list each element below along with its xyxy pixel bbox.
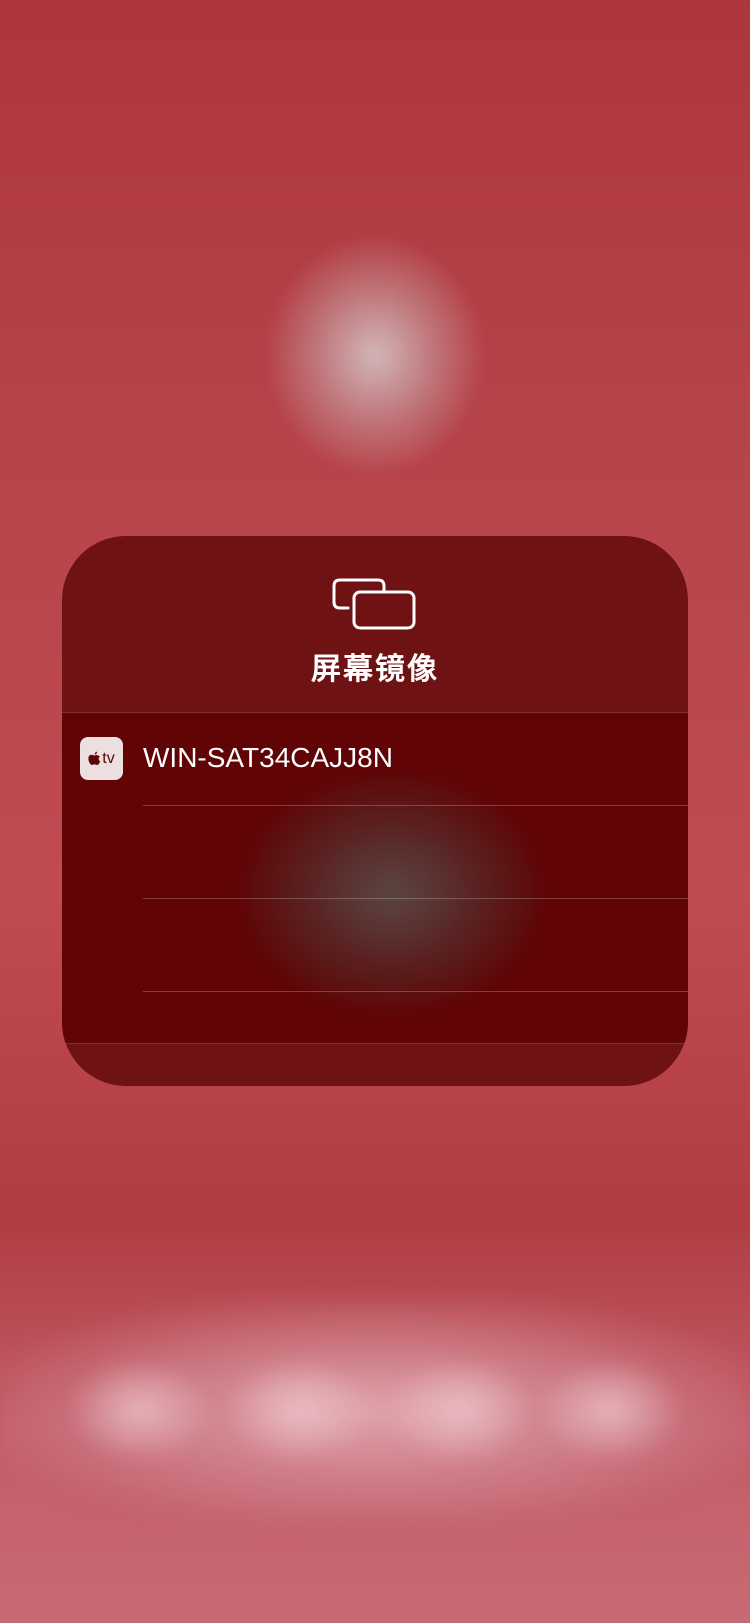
panel-header: 屏幕镜像	[62, 536, 688, 712]
apple-tv-icon: tv	[80, 737, 123, 780]
blurred-dock-app	[70, 1360, 210, 1460]
device-row-empty	[62, 806, 688, 899]
apple-logo-icon	[88, 751, 101, 765]
blurred-dock-app	[540, 1360, 680, 1460]
background-glow	[270, 240, 480, 470]
blurred-dock-app	[390, 1360, 530, 1460]
device-row-win-sat34cajj8n[interactable]: tv WIN-SAT34CAJJ8N	[62, 713, 688, 806]
device-list: tv WIN-SAT34CAJJ8N	[62, 712, 688, 1044]
screen-mirroring-panel: 屏幕镜像 tv WIN-SAT34CAJJ8N	[62, 536, 688, 1086]
panel-title: 屏幕镜像	[311, 652, 439, 687]
device-row-empty	[62, 899, 688, 992]
screen-mirroring-icon	[332, 578, 416, 630]
row-divider	[143, 991, 688, 992]
blurred-dock-app	[230, 1360, 370, 1460]
device-name: WIN-SAT34CAJJ8N	[143, 742, 393, 773]
apple-tv-label: tv	[102, 749, 115, 767]
